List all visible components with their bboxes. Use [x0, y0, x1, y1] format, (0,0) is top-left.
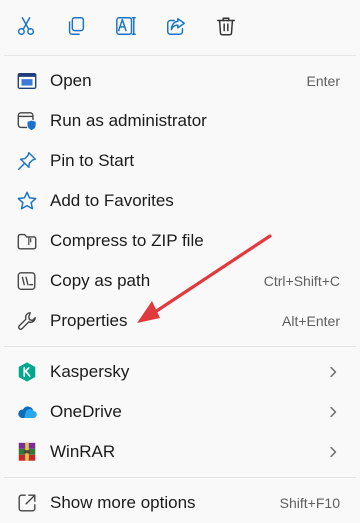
rename-button[interactable]	[108, 8, 144, 44]
copy-icon	[68, 17, 85, 35]
menu-item-kaspersky[interactable]: Kaspersky	[4, 352, 356, 392]
menu-item-label: Copy as path	[50, 271, 151, 290]
share-button[interactable]	[158, 8, 194, 44]
zip-folder-icon	[16, 230, 38, 252]
winrar-icon	[16, 441, 38, 463]
menu-item-run-as-administrator[interactable]: Run as administrator	[4, 101, 356, 141]
rename-icon	[116, 17, 136, 35]
menu-item-pin-to-start[interactable]: Pin to Start	[4, 141, 356, 181]
menu-item-label: Properties	[50, 311, 128, 330]
separator	[4, 346, 356, 347]
trash-icon	[217, 17, 235, 36]
chevron-right-icon	[330, 366, 337, 378]
context-menu: Open Enter Run as administrator Pin to S…	[0, 0, 360, 523]
separator	[4, 477, 356, 478]
onedrive-cloud-icon	[16, 401, 38, 423]
wrench-icon	[16, 310, 38, 332]
shortcut-text: Ctrl+Shift+C	[263, 273, 340, 289]
kaspersky-icon	[16, 361, 38, 383]
star-icon	[16, 190, 38, 212]
cut-button[interactable]	[8, 8, 44, 44]
pin-icon	[16, 150, 38, 172]
menu-item-label: Add to Favorites	[50, 191, 174, 210]
external-open-icon	[16, 492, 38, 514]
menu-item-label: Compress to ZIP file	[50, 231, 204, 250]
copy-button[interactable]	[58, 8, 94, 44]
chevron-right-icon	[330, 446, 337, 458]
copy-path-icon	[16, 270, 38, 292]
chevron-right-icon	[330, 406, 337, 418]
admin-shield-icon	[16, 110, 38, 132]
menu-item-label: Pin to Start	[50, 151, 135, 170]
shortcut-text: Alt+Enter	[282, 313, 340, 329]
menu-item-add-to-favorites[interactable]: Add to Favorites	[4, 181, 356, 221]
menu-item-label: Kaspersky	[50, 362, 130, 381]
menu-item-properties[interactable]: Properties Alt+Enter	[4, 301, 356, 341]
menu-item-label: WinRAR	[50, 442, 116, 461]
menu-item-copy-as-path[interactable]: Copy as path Ctrl+Shift+C	[4, 261, 356, 301]
menu-item-open[interactable]: Open Enter	[4, 61, 356, 101]
menu-item-compress-to-zip[interactable]: Compress to ZIP file	[4, 221, 356, 261]
menu-item-label: Show more options	[50, 493, 196, 512]
shortcut-text: Enter	[306, 73, 340, 89]
shortcut-text: Shift+F10	[279, 495, 340, 511]
separator	[4, 55, 356, 56]
menu-item-label: Run as administrator	[50, 111, 207, 130]
menu-item-label: Open	[50, 71, 92, 90]
share-icon	[167, 17, 185, 35]
scissors-icon	[17, 17, 35, 35]
delete-button[interactable]	[208, 8, 244, 44]
menu-item-label: OneDrive	[50, 402, 122, 421]
menu-item-show-more-options[interactable]: Show more options Shift+F10	[4, 483, 356, 523]
menu-item-onedrive[interactable]: OneDrive	[4, 392, 356, 432]
context-menu-toolbar	[0, 0, 360, 52]
open-window-icon	[16, 70, 38, 92]
menu-item-winrar[interactable]: WinRAR	[4, 432, 356, 472]
